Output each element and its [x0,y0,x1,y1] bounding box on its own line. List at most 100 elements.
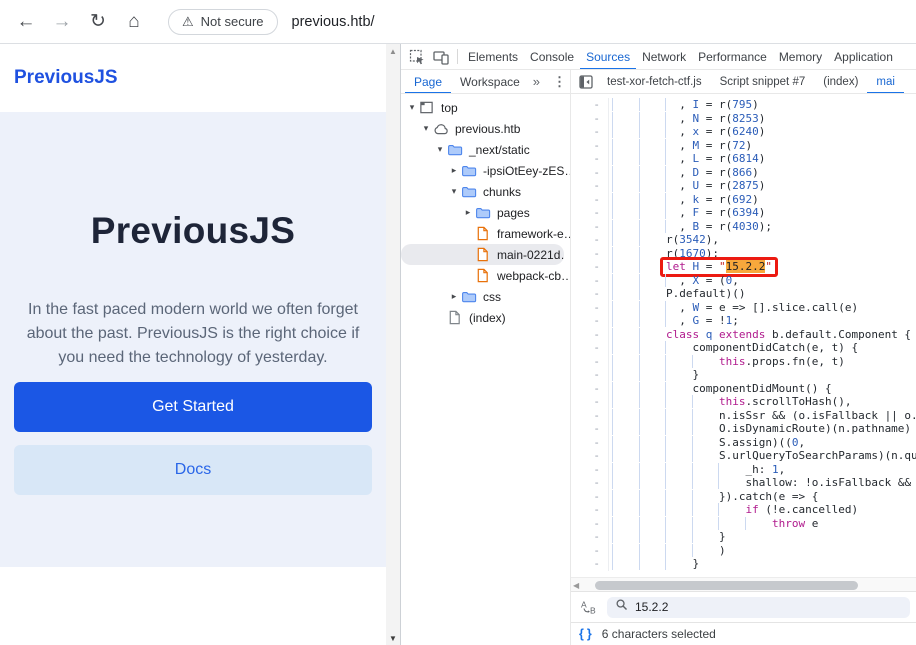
code-line[interactable]: - ) [571,544,916,558]
get-started-button[interactable]: Get Started [14,382,372,432]
code-line[interactable]: - , k = r(692) [571,193,916,207]
code-line[interactable]: - } [571,557,916,571]
code-line[interactable]: - , I = r(795) [571,98,916,112]
disclosure-triangle-icon[interactable]: ▸ [448,291,460,302]
scroll-left-icon[interactable]: ◀ [573,581,579,590]
page-scrollbar[interactable]: ▲ ▼ [386,44,400,645]
code-line[interactable]: - } [571,530,916,544]
not-secure-badge[interactable]: ⚠ Not secure [168,9,278,35]
code-line[interactable]: - S.urlQueryToSearchParams)(n.query) [571,449,916,463]
code-line[interactable]: - this.props.fn(e, t) [571,355,916,369]
code-line[interactable]: - } [571,368,916,382]
code-line[interactable]: - , M = r(72) [571,139,916,153]
refresh-icon[interactable]: ↻ [80,10,116,33]
code-line[interactable]: - O.isDynamicRoute)(n.pathname) || [571,422,916,436]
code-line[interactable]: - throw e [571,517,916,531]
tab-application[interactable]: Application [828,44,899,69]
indent-guide [639,139,667,152]
file-tab[interactable]: mai [867,70,904,93]
disclosure-triangle-icon[interactable]: ▾ [420,123,432,134]
file-tab[interactable]: (index) [814,70,867,93]
match-case-icon[interactable]: AB [577,596,601,618]
code-line[interactable]: - , F = r(6394) [571,206,916,220]
tree-item[interactable]: ▾previous.htb [401,118,570,139]
site-logo[interactable]: PreviousJS [14,67,118,89]
code-line[interactable]: - componentDidCatch(e, t) { [571,341,916,355]
code-line[interactable]: - n.isSsr && (o.isFallback || o.next [571,409,916,423]
navigator-tab-workspace[interactable]: Workspace [451,70,527,93]
scroll-up-icon[interactable]: ▲ [386,47,400,56]
code-line[interactable]: - , U = r(2875) [571,179,916,193]
code-line[interactable]: - , G = !1; [571,314,916,328]
navigator-tab-page[interactable]: Page [405,70,451,93]
code-token: } [693,368,700,381]
file-tab[interactable]: test-xor-fetch-ctf.js [598,70,711,93]
code-line[interactable]: - this.scrollToHash(), [571,395,916,409]
folder-icon [461,289,477,305]
code-line[interactable]: - }).catch(e => { [571,490,916,504]
home-icon[interactable]: ⌂ [116,11,152,33]
back-icon[interactable]: ← [8,11,44,33]
horizontal-scrollbar[interactable]: ◀ [571,577,916,591]
tree-item[interactable]: ▸-ipsiOtEey-zES… [401,160,570,181]
tab-console[interactable]: Console [524,44,580,69]
line-marker: - [571,409,609,423]
code-line[interactable]: - , B = r(4030); [571,220,916,234]
scroll-down-icon[interactable]: ▼ [386,634,400,643]
code-line[interactable]: - _h: 1, [571,463,916,477]
code-line[interactable]: - , N = r(8253) [571,112,916,126]
inspect-icon[interactable] [405,46,429,68]
tab-network[interactable]: Network [636,44,692,69]
code-line[interactable]: - , X = (0, [571,274,916,288]
tab-sources[interactable]: Sources [580,44,636,69]
tree-item[interactable]: framework-e… [401,223,570,244]
disclosure-triangle-icon[interactable]: ▾ [434,144,446,155]
more-tabs-icon[interactable]: » [527,74,546,89]
code-line-content: , X = (0, [609,274,739,288]
file-tab[interactable]: Script snippet #7 [711,70,815,93]
pretty-print-icon[interactable]: { } [579,627,593,641]
code-line[interactable]: - S.assign)((0, [571,436,916,450]
docs-button[interactable]: Docs [14,445,372,495]
code-line[interactable]: - P.default)() [571,287,916,301]
url-text[interactable]: previous.htb/ [292,14,375,30]
toggle-sidebar-icon[interactable] [574,71,598,93]
disclosure-triangle-icon[interactable]: ▸ [462,207,474,218]
tree-item[interactable]: ▾_next/static [401,139,570,160]
tab-elements[interactable]: Elements [462,44,524,69]
code-token: = r( [699,152,732,165]
code-line[interactable]: - componentDidMount() { [571,382,916,396]
disclosure-triangle-icon[interactable]: ▾ [448,186,460,197]
tree-item[interactable]: ▸pages [401,202,570,223]
code-line[interactable]: - shallow: !o.isFallback && !G [571,476,916,490]
code-line[interactable]: - , L = r(6814) [571,152,916,166]
indent-guide [612,301,640,314]
code-token: _h: [746,463,773,476]
tree-item[interactable]: webpack-cb… [401,265,570,286]
tree-item[interactable]: (index) [401,307,570,328]
indent-guide [612,233,640,246]
code-line[interactable]: - let H = "15.2.2" [571,260,916,274]
tab-performance[interactable]: Performance [692,44,773,69]
forward-icon[interactable]: → [44,11,80,33]
code-line[interactable]: - if (!e.cancelled) [571,503,916,517]
search-input[interactable]: 15.2.2 [607,597,910,618]
code-line[interactable]: - class q extends b.default.Component { [571,328,916,342]
scrollbar-thumb[interactable] [595,581,858,590]
tab-memory[interactable]: Memory [773,44,828,69]
tree-item[interactable]: ▸css [401,286,570,307]
disclosure-triangle-icon[interactable]: ▸ [448,165,460,176]
disclosure-triangle-icon[interactable]: ▾ [406,102,418,113]
code-token: }).catch(e => { [719,490,818,503]
code-line[interactable]: - r(3542), [571,233,916,247]
code-editor[interactable]: - , I = r(795)- , N = r(8253)- , x = r(6… [571,94,916,577]
code-line[interactable]: - , D = r(866) [571,166,916,180]
code-line[interactable]: - , x = r(6240) [571,125,916,139]
code-line[interactable]: - r(1670); [571,247,916,261]
tree-item[interactable]: ▾top [401,97,570,118]
overflow-menu-icon[interactable]: ⋮ [549,74,570,90]
tree-item[interactable]: ▾chunks [401,181,570,202]
tree-item[interactable]: main-0221d… [401,244,564,265]
device-toolbar-icon[interactable] [429,46,453,68]
code-line[interactable]: - , W = e => [].slice.call(e) [571,301,916,315]
